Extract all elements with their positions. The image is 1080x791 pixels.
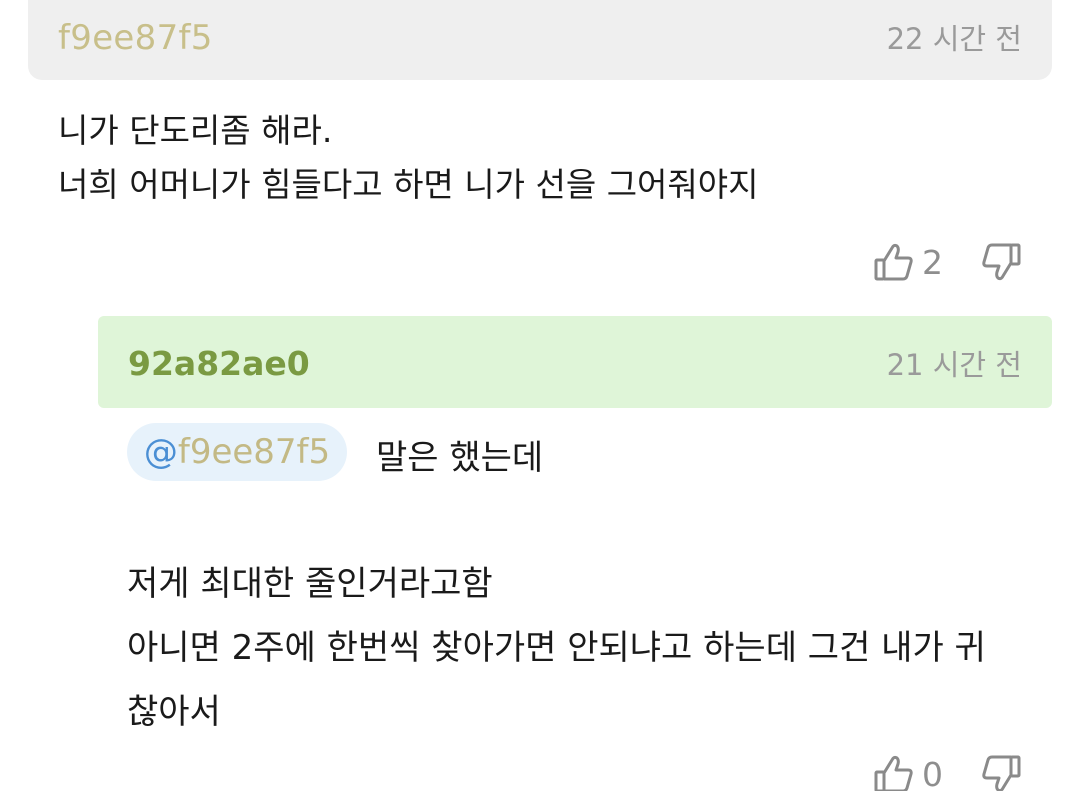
reply-timestamp: 21 시간 전	[886, 348, 1022, 382]
comment-timestamp: 22 시간 전	[886, 22, 1022, 56]
reply-line: 저게 최대한 줄인거라고함	[127, 564, 493, 604]
reply-username[interactable]: 92a82ae0	[128, 344, 310, 383]
thumb-up-icon[interactable]	[872, 240, 916, 284]
mention-chip[interactable]: @ f9ee87f5	[127, 423, 347, 481]
comment-line: 너희 어머니가 힘들다고 하면 니가 선을 그어줘야지	[58, 165, 759, 204]
thumb-down-icon[interactable]	[979, 240, 1023, 284]
comment-username[interactable]: f9ee87f5	[58, 18, 213, 58]
mention-at-symbol: @	[143, 432, 178, 472]
comment-thread: f9ee87f5 22 시간 전 니가 단도리좀 해라. 너희 어머니가 힘들다…	[0, 0, 1080, 791]
reply-first-line: 말은 했는데	[376, 438, 544, 478]
reply-like-count: 0	[922, 754, 943, 791]
thumb-down-icon[interactable]	[979, 752, 1023, 791]
comment-like-count: 2	[922, 242, 943, 282]
reply-actions: 0	[872, 752, 1023, 791]
comment-actions: 2	[872, 240, 1023, 284]
reply-line: 아니면 2주에 한번씩 찾아가면 안되냐고 하는데 그건 내가 귀	[127, 628, 986, 668]
reply-header: 92a82ae0 21 시간 전	[98, 316, 1052, 408]
comment-header: f9ee87f5 22 시간 전	[28, 0, 1052, 80]
reply-line: 찮아서	[127, 692, 221, 732]
comment-line: 니가 단도리좀 해라.	[58, 111, 333, 150]
thumb-up-icon[interactable]	[872, 752, 916, 791]
mention-username: f9ee87f5	[177, 432, 331, 472]
comment-body: 니가 단도리좀 해라. 너희 어머니가 힘들다고 하면 니가 선을 그어줘야지	[58, 104, 759, 212]
reply-body: 저게 최대한 줄인거라고함 아니면 2주에 한번씩 찾아가면 안되냐고 하는데 …	[127, 552, 1047, 744]
